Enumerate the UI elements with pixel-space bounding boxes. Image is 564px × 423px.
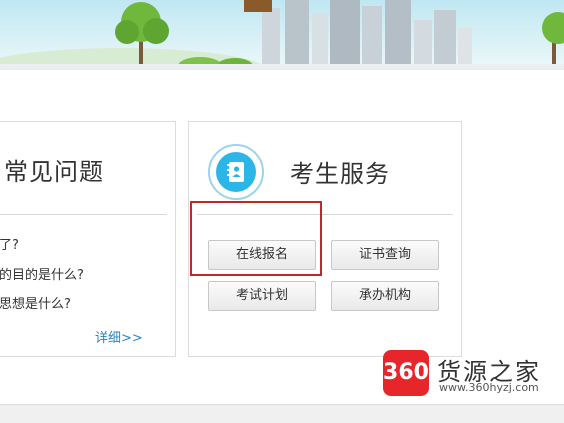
faq-divider <box>0 214 167 215</box>
watermark-url: www.360hyzj.com <box>439 381 539 394</box>
watermark-logo: 360 <box>383 350 429 396</box>
contact-book-icon <box>208 144 264 200</box>
faq-more-link[interactable]: 详细>> <box>95 327 143 346</box>
faq-title: 常见问题 <box>4 158 104 186</box>
certificate-query-button[interactable]: 证书查询 <box>331 240 439 270</box>
exam-schedule-button[interactable]: 考试计划 <box>208 281 316 311</box>
footer-strip <box>0 404 564 423</box>
faq-panel: 常见问题 了? 的目的是什么? 思想是什么? 详细>> <box>0 121 176 357</box>
header-banner <box>0 0 564 72</box>
skyline-illustration <box>0 0 564 72</box>
host-institutions-button[interactable]: 承办机构 <box>331 281 439 311</box>
faq-item[interactable]: 了? <box>0 234 19 253</box>
services-title: 考生服务 <box>290 160 390 188</box>
faq-item[interactable]: 的目的是什么? <box>0 264 84 283</box>
highlight-box <box>190 201 322 276</box>
faq-item[interactable]: 思想是什么? <box>0 293 71 312</box>
watermark: 360 货源之家 www.360hyzj.com <box>383 350 551 396</box>
